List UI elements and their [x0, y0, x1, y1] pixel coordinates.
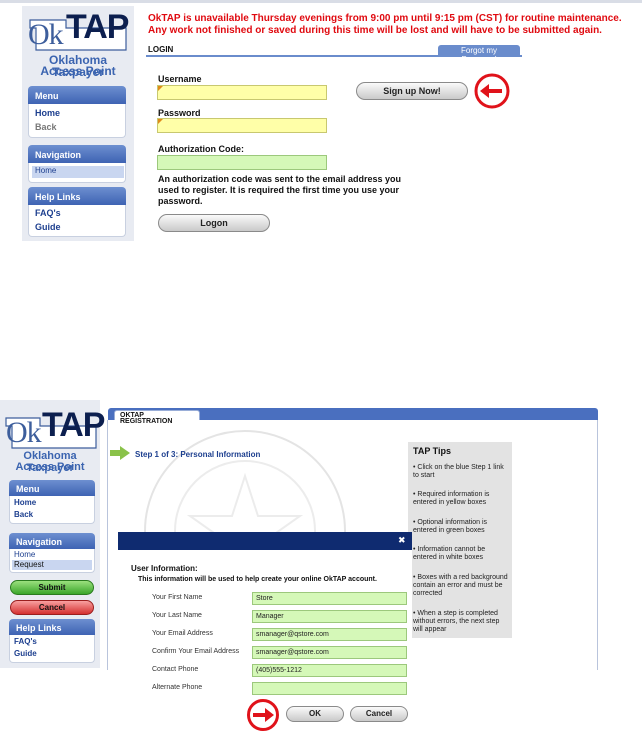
right-arrow-icon — [110, 446, 130, 460]
menu-home-link[interactable]: Home — [14, 498, 36, 507]
back-arrow-annotation-icon — [473, 72, 511, 110]
authorization-code-label: Authorization Code: — [158, 144, 244, 154]
top-rule — [0, 0, 642, 3]
help-links-panel: FAQ's Guide — [28, 205, 126, 237]
username-label: Username — [158, 74, 202, 84]
menu-back-link[interactable]: Back — [35, 122, 57, 132]
menu-panel: Home Back — [28, 104, 126, 138]
menu-header: Menu — [9, 480, 95, 496]
logo-ok: Ok — [28, 18, 64, 51]
logo-subtitle-2: Access Point — [40, 64, 116, 78]
tap-tips-title: TAP Tips — [413, 446, 452, 456]
tip-item: • Click on the blue Step 1 link to start — [413, 464, 504, 479]
navigation-header: Navigation — [9, 533, 95, 549]
tap-tips-panel: TAP Tips • Click on the blue Step 1 link… — [408, 442, 512, 638]
help-links-panel: FAQ's Guide — [9, 635, 95, 663]
last-name-input[interactable]: Manager — [252, 610, 407, 623]
maintenance-notice-line2: Any work not finished or saved during th… — [148, 25, 602, 36]
sign-up-now-button[interactable]: Sign up Now! — [356, 82, 468, 100]
logon-button[interactable]: Logon — [158, 214, 270, 232]
step-1-link[interactable]: Step 1 of 3: Personal Information — [135, 450, 260, 459]
right-arrow-annotation-icon — [246, 698, 280, 732]
tip-item: • Required information is entered in yel… — [413, 491, 490, 506]
contact-phone-label: Contact Phone — [152, 666, 199, 673]
help-guide-link[interactable]: Guide — [14, 649, 37, 658]
help-faq-link[interactable]: FAQ's — [35, 208, 61, 218]
tip-item: • Optional information is entered in gre… — [413, 519, 488, 534]
submit-button[interactable]: Submit — [10, 580, 94, 595]
logo-tap: TAP — [66, 8, 129, 46]
menu-panel: Home Back — [9, 496, 95, 524]
login-sidebar: Ok TAP Oklahoma Taxpayer Access Point Me… — [22, 6, 134, 241]
nav-home-link[interactable]: Home — [32, 166, 124, 178]
help-faq-link[interactable]: FAQ's — [14, 637, 37, 646]
alternate-phone-label: Alternate Phone — [152, 684, 203, 691]
modal-title: User Information: — [131, 564, 198, 573]
modal-header — [118, 532, 412, 550]
logo-ok: Ok — [6, 416, 42, 449]
cancel-sidebar-button[interactable]: Cancel — [10, 600, 94, 615]
authorization-note-line2: used to register. It is required the fir… — [158, 185, 400, 195]
user-information-modal: ✖ User Information: This information wil… — [118, 532, 412, 732]
close-icon[interactable]: ✖ — [398, 535, 406, 546]
tip-item: • Information cannot be entered in white… — [413, 546, 486, 561]
authorization-code-input[interactable] — [157, 155, 327, 170]
maintenance-notice-line1: OkTAP is unavailable Thursday evenings f… — [148, 13, 622, 24]
username-input[interactable] — [157, 85, 327, 100]
help-links-header: Help Links — [28, 187, 126, 205]
registration-sidebar: Ok TAP Oklahoma Taxpayer Access Point Me… — [0, 400, 105, 668]
registration-content-border — [107, 420, 108, 670]
required-marker-icon — [158, 86, 163, 91]
modal-subtitle: This information will be used to help cr… — [138, 576, 377, 583]
password-input[interactable] — [157, 118, 327, 133]
logo-tap: TAP — [42, 406, 105, 444]
help-guide-link[interactable]: Guide — [35, 222, 61, 232]
registration-screenshot: Ok TAP Oklahoma Taxpayer Access Point Me… — [0, 398, 642, 733]
email-input[interactable]: smanager@qstore.com — [252, 628, 407, 641]
first-name-label: Your First Name — [152, 594, 203, 601]
navigation-header: Navigation — [28, 145, 126, 163]
menu-header: Menu — [28, 86, 126, 104]
last-name-label: Your Last Name — [152, 612, 202, 619]
ok-button[interactable]: OK — [286, 706, 344, 722]
alternate-phone-input[interactable] — [252, 682, 407, 695]
authorization-note-line1: An authorization code was sent to the em… — [158, 174, 402, 184]
login-section-title: LOGIN — [148, 45, 174, 54]
required-marker-icon — [158, 119, 163, 124]
cancel-modal-button[interactable]: Cancel — [350, 706, 408, 722]
confirm-email-input[interactable]: smanager@qstore.com — [252, 646, 407, 659]
menu-back-link[interactable]: Back — [14, 510, 33, 519]
contact-phone-input[interactable]: (405)555-1212 — [252, 664, 407, 677]
menu-home-link[interactable]: Home — [35, 108, 60, 118]
email-label: Your Email Address — [152, 630, 213, 637]
navigation-panel: Home Request — [9, 549, 95, 573]
forgot-password-link[interactable]: Forgot my Password — [438, 45, 520, 64]
nav-home-link[interactable]: Home — [14, 550, 35, 559]
tab-oktap-registration[interactable]: OKTAP REGISTRATION — [114, 410, 200, 425]
first-name-input[interactable]: Store — [252, 592, 407, 605]
registration-content-border-right — [597, 420, 598, 670]
confirm-email-label: Confirm Your Email Address — [152, 648, 240, 655]
tip-item: • Boxes with a red background contain an… — [413, 574, 508, 597]
logo-subtitle-2: Access Point — [15, 461, 85, 473]
password-label: Password — [158, 108, 201, 118]
nav-request-link[interactable]: Request — [12, 560, 92, 570]
tip-item: • When a step is completed without error… — [413, 610, 500, 633]
navigation-panel: Home — [28, 163, 126, 183]
authorization-note-line3: password. — [158, 196, 203, 206]
login-screenshot: Ok TAP Oklahoma Taxpayer Access Point Me… — [0, 0, 642, 270]
help-links-header: Help Links — [9, 619, 95, 635]
